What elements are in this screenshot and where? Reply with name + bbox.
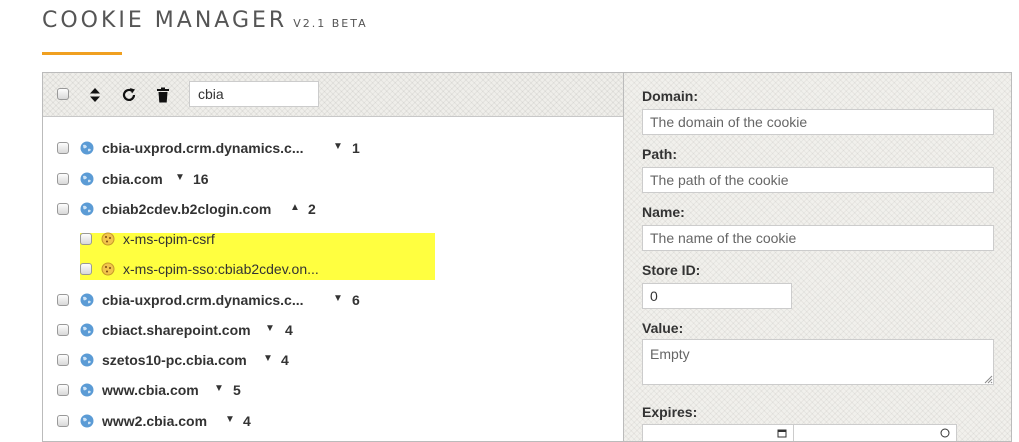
globe-icon [80,172,94,186]
domain-label: Domain: [642,88,698,104]
clock-icon[interactable] [940,428,950,438]
domain-name: cbia-uxprod.crm.dynamics.c... [102,140,304,156]
globe-icon [80,383,94,397]
domain-row[interactable]: cbia-uxprod.crm.dynamics.c... ▼ 1 [43,137,623,159]
collapse-arrow-icon[interactable]: ▲ [290,202,300,213]
expand-arrow-icon[interactable]: ▼ [265,323,275,334]
row-checkbox[interactable] [57,384,69,396]
domain-row[interactable]: cbia-uxprod.crm.dynamics.c... ▼ 6 [43,289,623,311]
cookie-count: 4 [281,352,289,368]
row-checkbox[interactable] [57,415,69,427]
calendar-icon[interactable] [777,428,787,438]
main-panel: cbia-uxprod.crm.dynamics.c... ▼ 1 cbia.c… [42,72,1012,442]
store-id-label: Store ID: [642,262,701,278]
domain-row[interactable]: www.cbia.com ▼ 5 [43,379,623,401]
expand-arrow-icon[interactable]: ▼ [263,353,273,364]
cookie-count: 6 [352,292,360,308]
value-label: Value: [642,320,684,336]
domain-row[interactable]: cbia.com ▼ 16 [43,168,623,190]
row-checkbox[interactable] [80,233,92,245]
cookie-count: 2 [308,201,316,217]
row-checkbox[interactable] [57,203,69,215]
path-field[interactable] [642,167,994,193]
domain-name: www2.cbia.com [102,413,208,429]
trash-icon[interactable] [154,86,172,104]
globe-icon [80,414,94,428]
row-checkbox[interactable] [57,173,69,185]
row-checkbox[interactable] [57,294,69,306]
cookie-row[interactable]: x-ms-cpim-sso:cbiab2cdev.on... [43,258,623,280]
domain-name: szetos10-pc.cbia.com [102,352,247,368]
sort-icon[interactable] [86,86,104,104]
app-title: COOKIE MANAGER [42,8,288,33]
domain-row[interactable]: cbiab2cdev.b2clogin.com ▲ 2 [43,198,623,220]
store-id-field[interactable] [642,283,792,309]
domain-row[interactable]: cbiact.sharepoint.com ▼ 4 [43,319,623,341]
domain-name: cbiact.sharepoint.com [102,322,251,338]
name-label: Name: [642,204,685,220]
globe-icon [80,353,94,367]
expires-label: Expires: [642,404,698,420]
domain-name: cbia-uxprod.crm.dynamics.c... [102,292,304,308]
title-underline [42,52,122,55]
select-all-checkbox[interactable] [57,88,69,100]
path-label: Path: [642,146,677,162]
value-field[interactable] [642,339,994,385]
refresh-icon[interactable] [120,86,138,104]
row-checkbox[interactable] [57,142,69,154]
expand-arrow-icon[interactable]: ▼ [175,172,185,183]
cookie-icon [101,232,115,246]
cookie-icon [101,262,115,276]
cookie-name: x-ms-cpim-sso:cbiab2cdev.on... [123,261,319,277]
row-checkbox[interactable] [57,354,69,366]
domain-name: cbia.com [102,171,163,187]
expires-time-input[interactable] [793,424,957,441]
domain-row[interactable]: szetos10-pc.cbia.com ▼ 4 [43,349,623,371]
expand-arrow-icon[interactable]: ▼ [333,293,343,304]
globe-icon [80,323,94,337]
expand-arrow-icon[interactable]: ▼ [214,383,224,394]
app-version: V2.1 BETA [293,17,368,30]
expires-date-input[interactable] [642,424,794,441]
expand-arrow-icon[interactable]: ▼ [333,141,343,152]
resize-grip-icon[interactable] [984,375,993,384]
app-header: COOKIE MANAGER V2.1 BETA [42,8,368,33]
cookie-count: 5 [233,382,241,398]
cookie-detail-pane: Domain: Path: Name: Store ID: Value: Exp… [624,73,1011,441]
globe-icon [80,141,94,155]
domain-name: www.cbia.com [102,382,199,398]
cookie-count: 4 [285,322,293,338]
cookie-row[interactable]: x-ms-cpim-csrf [43,228,623,250]
domain-row[interactable]: www2.cbia.com ▼ 4 [43,410,623,432]
cookie-list-pane: cbia-uxprod.crm.dynamics.c... ▼ 1 cbia.c… [43,73,624,441]
search-input[interactable] [189,81,319,107]
cookie-count: 16 [193,171,209,187]
globe-icon [80,293,94,307]
expand-arrow-icon[interactable]: ▼ [225,414,235,425]
row-checkbox[interactable] [57,324,69,336]
domain-name: cbiab2cdev.b2clogin.com [102,201,272,217]
cookie-name: x-ms-cpim-csrf [123,231,215,247]
cookie-count: 4 [243,413,251,429]
name-field[interactable] [642,225,994,251]
cookie-count: 1 [352,140,360,156]
globe-icon [80,202,94,216]
row-checkbox[interactable] [80,263,92,275]
toolbar [43,73,623,117]
domain-field[interactable] [642,109,994,135]
